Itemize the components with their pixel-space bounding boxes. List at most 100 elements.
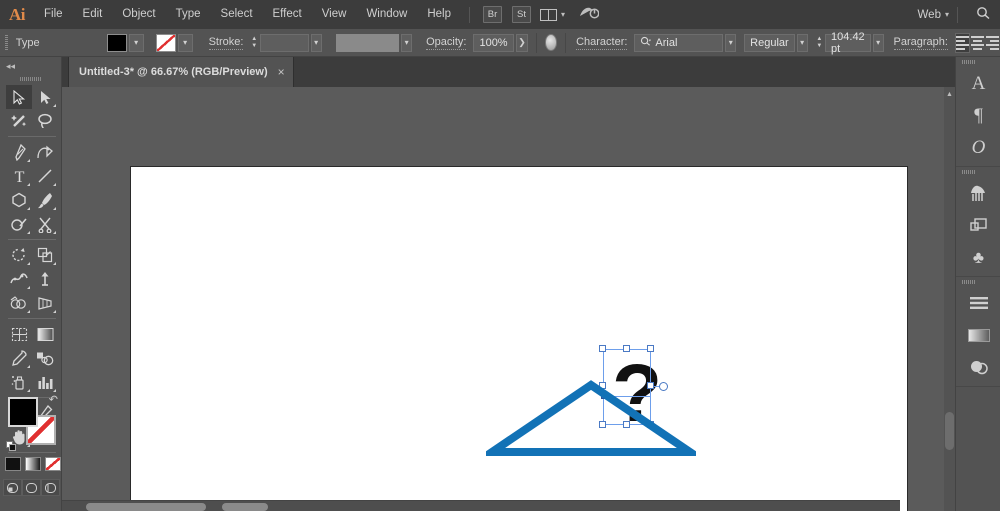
stroke-profile-field[interactable] (335, 33, 400, 52)
color-fill-button[interactable] (5, 457, 21, 471)
dock-group-grip[interactable] (956, 167, 1000, 177)
eyedropper-tool[interactable] (6, 346, 32, 370)
full-screen-menubar-mode[interactable] (22, 479, 41, 496)
free-transform-tool[interactable] (32, 267, 58, 291)
opacity-field[interactable]: 100% (473, 33, 514, 52)
font-style-field[interactable]: Regular (744, 33, 795, 52)
menu-file[interactable]: File (34, 0, 73, 29)
workspace-label[interactable]: Web (918, 9, 945, 21)
align-right-icon[interactable] (984, 32, 1000, 53)
font-style-dropdown[interactable]: ▾ (796, 33, 808, 52)
artboard[interactable]: ? (130, 166, 908, 511)
font-size-field[interactable]: 104.42 pt (825, 31, 871, 55)
triangle-path-object[interactable] (486, 379, 696, 459)
selection-handle-tr[interactable] (647, 345, 654, 352)
scissors-eraser-tool[interactable] (32, 212, 58, 236)
opacity-label[interactable]: Opacity: (426, 36, 467, 50)
selection-tool[interactable] (6, 85, 32, 109)
pen-tool[interactable] (6, 140, 32, 164)
paragraph-panel-icon[interactable]: ¶ (956, 99, 1000, 131)
swap-fill-stroke-icon[interactable]: ↶ (49, 393, 58, 406)
normal-screen-mode[interactable] (3, 479, 22, 496)
dock-group-grip[interactable] (956, 57, 1000, 67)
menu-object[interactable]: Object (112, 0, 165, 29)
canvas-area[interactable]: ? ▲ ▼ (62, 87, 955, 511)
selection-handle-tc[interactable] (623, 345, 630, 352)
stroke-color-swatch[interactable] (155, 33, 176, 52)
dock-vertical-scrollbar[interactable]: ▲ (944, 87, 955, 511)
selection-handle-tl[interactable] (599, 345, 606, 352)
polygon-shape-tool[interactable] (6, 188, 32, 212)
align-center-icon[interactable] (969, 32, 985, 53)
horizontal-scroll-thumb-secondary[interactable] (222, 503, 268, 511)
dock-group-grip[interactable] (956, 277, 1000, 287)
appearance-panel-icon[interactable] (956, 351, 1000, 383)
recolor-artwork-icon[interactable] (545, 34, 558, 51)
stroke-weight-dropdown[interactable]: ▾ (310, 33, 322, 52)
perspective-grid-tool[interactable] (32, 291, 58, 315)
menu-window[interactable]: Window (356, 0, 417, 29)
creative-cloud-icon[interactable] (579, 5, 600, 24)
shape-builder-tool[interactable] (6, 291, 32, 315)
menu-view[interactable]: View (312, 0, 357, 29)
paintbrush-tool[interactable] (32, 188, 58, 212)
gradient-tool[interactable] (32, 322, 58, 346)
symbols-panel-icon[interactable]: ♣ (956, 241, 1000, 273)
paragraph-label[interactable]: Paragraph: (893, 36, 948, 50)
font-size-stepper[interactable]: ▲ ▼ (816, 34, 823, 52)
column-graph-tool[interactable] (32, 370, 58, 394)
menu-select[interactable]: Select (211, 0, 263, 29)
stroke-swatch-dropdown[interactable]: ▾ (177, 33, 193, 52)
gradient-panel-icon[interactable] (956, 319, 1000, 351)
fill-swatch-dropdown[interactable]: ▾ (128, 33, 144, 52)
toolbar-fill-swatch[interactable] (8, 397, 38, 427)
stroke-profile-dropdown[interactable]: ▾ (401, 33, 413, 52)
opacity-options-button[interactable]: ❯ (515, 33, 529, 52)
none-fill-button[interactable] (45, 457, 61, 471)
menu-help[interactable]: Help (417, 0, 461, 29)
opentype-panel-icon[interactable]: O (956, 131, 1000, 163)
fill-color-swatch[interactable] (106, 33, 127, 52)
control-bar-grip[interactable] (5, 34, 8, 51)
stroke-weight-field[interactable] (259, 33, 309, 52)
bridge-button[interactable]: Br (483, 6, 502, 23)
character-label[interactable]: Character: (576, 36, 628, 50)
menu-effect[interactable]: Effect (263, 0, 312, 29)
align-panel-icon[interactable] (956, 287, 1000, 319)
stroke-label[interactable]: Stroke: (208, 36, 244, 50)
arrange-documents-button[interactable]: ▾ (540, 8, 565, 21)
dock-scroll-thumb[interactable] (945, 412, 954, 450)
stroke-weight-stepper[interactable]: ▲ ▼ (250, 34, 257, 52)
search-icon[interactable] (966, 6, 1000, 23)
lasso-tool[interactable] (32, 109, 58, 133)
blend-tool[interactable] (32, 346, 58, 370)
line-segment-tool[interactable] (32, 164, 58, 188)
align-left-icon[interactable] (954, 32, 970, 53)
direct-selection-tool[interactable] (32, 85, 58, 109)
gradient-fill-button[interactable] (25, 457, 41, 471)
scale-transform-tool[interactable] (32, 243, 58, 267)
tools-panel-grip[interactable] (19, 77, 42, 81)
font-family-dropdown[interactable]: ▾ (725, 33, 737, 52)
mesh-tool[interactable] (6, 322, 32, 346)
rotate-tool[interactable] (6, 243, 32, 267)
collapse-panel-icon[interactable]: ◂◂ (6, 61, 15, 72)
document-tab[interactable]: Untitled-3* @ 66.67% (RGB/Preview) × (68, 57, 294, 87)
magic-wand-tool[interactable] (6, 109, 32, 133)
shaper-pencil-tool[interactable] (6, 212, 32, 236)
menu-type[interactable]: Type (166, 0, 211, 29)
font-size-dropdown[interactable]: ▾ (872, 33, 884, 52)
menu-edit[interactable]: Edit (73, 0, 113, 29)
dock-scroll-up-icon[interactable]: ▲ (944, 89, 955, 100)
symbol-sprayer-tool[interactable] (6, 370, 32, 394)
width-warp-tool[interactable] (6, 267, 32, 291)
canvas-horizontal-scrollbar[interactable] (62, 500, 900, 511)
stock-button[interactable]: St (512, 6, 531, 23)
workspace-chevron-icon[interactable]: ▾ (945, 10, 949, 19)
horizontal-scroll-thumb[interactable] (86, 503, 206, 511)
pathfinder-panel-icon[interactable] (956, 209, 1000, 241)
default-fill-stroke-icon[interactable] (6, 441, 18, 453)
brushes-panel-icon[interactable] (956, 177, 1000, 209)
font-family-field[interactable]: Arial (634, 33, 724, 52)
character-panel-icon[interactable]: A (956, 67, 1000, 99)
